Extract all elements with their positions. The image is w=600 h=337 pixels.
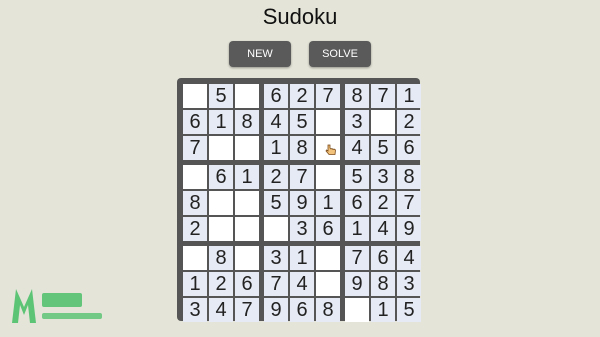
sudoku-cell-r1c5[interactable]: 2 <box>290 84 314 108</box>
sudoku-cell-r5c9[interactable]: 7 <box>397 191 421 215</box>
sudoku-cell-r7c3[interactable] <box>235 246 259 270</box>
sudoku-cell-r8c2[interactable]: 2 <box>209 272 233 296</box>
sudoku-cell-r8c6[interactable] <box>316 272 340 296</box>
sudoku-cell-r5c2[interactable] <box>209 191 233 215</box>
sudoku-cell-r4c2[interactable]: 6 <box>209 165 233 189</box>
sudoku-cell-r9c4[interactable]: 9 <box>264 298 288 322</box>
sudoku-cell-r1c4[interactable]: 6 <box>264 84 288 108</box>
sudoku-cell-r7c8[interactable]: 6 <box>371 246 395 270</box>
sudoku-cell-r2c3[interactable]: 8 <box>235 110 259 134</box>
sudoku-cell-r3c4[interactable]: 1 <box>264 136 288 160</box>
sudoku-cell-r4c1[interactable] <box>183 165 207 189</box>
sudoku-cell-r5c5[interactable]: 9 <box>290 191 314 215</box>
sudoku-cell-r1c1[interactable] <box>183 84 207 108</box>
sudoku-cell-r6c8[interactable]: 4 <box>371 217 395 241</box>
sudoku-cell-r9c5[interactable]: 6 <box>290 298 314 322</box>
sudoku-cell-r1c3[interactable] <box>235 84 259 108</box>
sudoku-cell-r6c9[interactable]: 9 <box>397 217 421 241</box>
sudoku-cell-r7c9[interactable]: 4 <box>397 246 421 270</box>
sudoku-cell-r2c2[interactable]: 1 <box>209 110 233 134</box>
sudoku-cell-r8c3[interactable]: 6 <box>235 272 259 296</box>
sudoku-cell-r4c5[interactable]: 7 <box>290 165 314 189</box>
sudoku-cell-r2c9[interactable]: 2 <box>397 110 421 134</box>
sudoku-cell-r8c9[interactable]: 3 <box>397 272 421 296</box>
sudoku-cell-r8c5[interactable]: 4 <box>290 272 314 296</box>
sudoku-cell-r6c1[interactable]: 2 <box>183 217 207 241</box>
sudoku-cell-r2c1[interactable]: 6 <box>183 110 207 134</box>
sudoku-cell-r3c5[interactable]: 8 <box>290 136 314 160</box>
sudoku-cell-r4c9[interactable]: 8 <box>397 165 421 189</box>
sudoku-cell-r7c6[interactable] <box>316 246 340 270</box>
sudoku-cell-r5c3[interactable] <box>235 191 259 215</box>
sudoku-cell-r1c2[interactable]: 5 <box>209 84 233 108</box>
sudoku-cell-r2c6[interactable] <box>316 110 340 134</box>
sudoku-cell-r3c3[interactable] <box>235 136 259 160</box>
sudoku-cell-r7c5[interactable]: 1 <box>290 246 314 270</box>
watermark-logo-icon <box>12 289 102 323</box>
sudoku-cell-r4c4[interactable]: 2 <box>264 165 288 189</box>
sudoku-cell-r6c2[interactable] <box>209 217 233 241</box>
sudoku-cell-r8c7[interactable]: 9 <box>345 272 369 296</box>
sudoku-cell-r4c7[interactable]: 5 <box>345 165 369 189</box>
sudoku-cell-r4c8[interactable]: 3 <box>371 165 395 189</box>
sudoku-cell-r3c7[interactable]: 4 <box>345 136 369 160</box>
sudoku-cell-r2c4[interactable]: 4 <box>264 110 288 134</box>
sudoku-cell-r5c6[interactable]: 1 <box>316 191 340 215</box>
sudoku-cell-r9c7[interactable] <box>345 298 369 322</box>
sudoku-cell-r8c4[interactable]: 7 <box>264 272 288 296</box>
sudoku-cell-r8c1[interactable]: 1 <box>183 272 207 296</box>
sudoku-cell-r9c9[interactable]: 5 <box>397 298 421 322</box>
sudoku-cell-r5c1[interactable]: 8 <box>183 191 207 215</box>
sudoku-cell-r7c1[interactable] <box>183 246 207 270</box>
sudoku-cell-r1c8[interactable]: 7 <box>371 84 395 108</box>
sudoku-cell-r3c9[interactable]: 6 <box>397 136 421 160</box>
sudoku-cell-r3c1[interactable]: 7 <box>183 136 207 160</box>
sudoku-cell-r7c2[interactable]: 8 <box>209 246 233 270</box>
sudoku-cell-r5c4[interactable]: 5 <box>264 191 288 215</box>
sudoku-cell-r1c6[interactable]: 7 <box>316 84 340 108</box>
sudoku-cell-r5c8[interactable]: 2 <box>371 191 395 215</box>
sudoku-cell-r4c6[interactable] <box>316 165 340 189</box>
sudoku-cell-r2c5[interactable]: 5 <box>290 110 314 134</box>
new-button[interactable]: NEW <box>229 41 291 67</box>
sudoku-cell-r6c7[interactable]: 1 <box>345 217 369 241</box>
sudoku-cell-r2c7[interactable]: 3 <box>345 110 369 134</box>
sudoku-cell-r6c3[interactable] <box>235 217 259 241</box>
sudoku-cell-r7c7[interactable]: 7 <box>345 246 369 270</box>
sudoku-cell-r9c1[interactable]: 3 <box>183 298 207 322</box>
sudoku-cell-r1c7[interactable]: 8 <box>345 84 369 108</box>
sudoku-cell-r9c8[interactable]: 1 <box>371 298 395 322</box>
sudoku-board: 5627871618453271845661275388591627236149… <box>177 78 421 322</box>
sudoku-cell-r6c4[interactable] <box>264 217 288 241</box>
sudoku-cell-r6c6[interactable]: 6 <box>316 217 340 241</box>
sudoku-cell-r9c2[interactable]: 4 <box>209 298 233 322</box>
hand-cursor-icon <box>325 144 336 155</box>
sudoku-cell-r4c3[interactable]: 1 <box>235 165 259 189</box>
sudoku-cell-r5c7[interactable]: 6 <box>345 191 369 215</box>
solve-button[interactable]: SOLVE <box>309 41 371 67</box>
sudoku-cell-r9c6[interactable]: 8 <box>316 298 340 322</box>
sudoku-cell-r1c9[interactable]: 1 <box>397 84 421 108</box>
sudoku-cell-r8c8[interactable]: 8 <box>371 272 395 296</box>
page-title: Sudoku <box>262 4 338 29</box>
sudoku-cell-r3c8[interactable]: 5 <box>371 136 395 160</box>
sudoku-cell-r6c5[interactable]: 3 <box>290 217 314 241</box>
sudoku-cell-r3c2[interactable] <box>209 136 233 160</box>
sudoku-cell-r9c3[interactable]: 7 <box>235 298 259 322</box>
sudoku-cell-r7c4[interactable]: 3 <box>264 246 288 270</box>
sudoku-cell-r2c8[interactable] <box>371 110 395 134</box>
